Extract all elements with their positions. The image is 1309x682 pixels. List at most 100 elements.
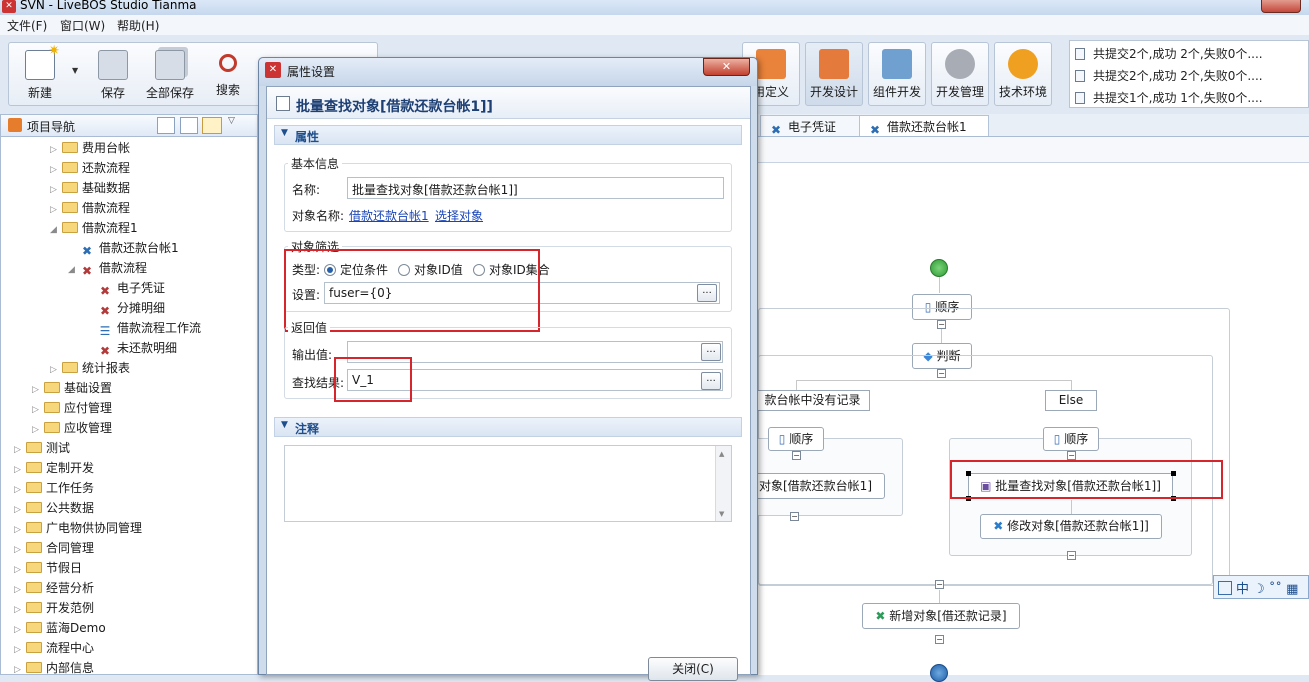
dialog-close-icon[interactable]: ✕	[703, 58, 750, 76]
view-menu-icon[interactable]: ▽	[228, 116, 235, 126]
sequence-node[interactable]: ▯ 顺序	[1043, 427, 1099, 451]
tree-item-label: 统计报表	[82, 361, 131, 375]
menu-help[interactable]: 帮助(H)	[117, 17, 159, 34]
tree-item[interactable]: ▷ 流程中心	[14, 639, 94, 659]
expand-arrow-icon[interactable]: ▷	[14, 445, 24, 455]
tab-loan-ledger[interactable]: ✖ 借款还款台帐1	[859, 115, 989, 137]
expand-arrow-icon[interactable]: ▷	[50, 145, 60, 155]
component-dev-button[interactable]: 组件开发	[868, 42, 926, 106]
menu-file[interactable]: 文件(F)	[7, 17, 47, 34]
tree-item[interactable]: ✖ 未还款明细	[86, 339, 177, 359]
object-name-link[interactable]: 借款还款台帐1	[349, 207, 429, 224]
collapse-toggle[interactable]: −	[1067, 451, 1076, 460]
expand-arrow-icon[interactable]: ▷	[32, 425, 42, 435]
tree-item[interactable]: ▷ 测试	[14, 439, 70, 459]
new-dropdown-icon[interactable]: ▼	[72, 66, 78, 75]
link-editor-icon[interactable]	[180, 117, 198, 134]
start-node-icon[interactable]	[930, 259, 948, 277]
save-button[interactable]: 保存	[89, 50, 137, 102]
left-object-node[interactable]: 对象[借款还款台帐1]	[755, 473, 885, 499]
tree-item[interactable]: ▷ 广电物供协同管理	[14, 519, 142, 539]
expand-arrow-icon[interactable]: ▷	[14, 485, 24, 495]
tree-item[interactable]: ▷ 费用台帐	[50, 139, 130, 159]
dev-manage-button[interactable]: 开发管理	[931, 42, 989, 106]
scroll-down-icon[interactable]: ▼	[719, 510, 724, 518]
output-browse-button[interactable]: ...	[701, 343, 721, 361]
setting-browse-button[interactable]: ...	[697, 284, 717, 302]
expand-arrow-icon[interactable]: ◢	[50, 225, 60, 235]
tree-item[interactable]: ▷ 工作任务	[14, 479, 94, 499]
section-notes[interactable]: ▼ 注释	[274, 417, 742, 437]
branch-condition-label[interactable]: 款台帐中没有记录	[755, 390, 870, 411]
expand-arrow-icon[interactable]: ▷	[14, 505, 24, 515]
filter-icon[interactable]	[202, 117, 222, 134]
expand-arrow-icon[interactable]: ▷	[14, 665, 24, 675]
expand-arrow-icon[interactable]: ▷	[32, 385, 42, 395]
tree-item[interactable]: ▷ 应付管理	[32, 399, 112, 419]
expand-arrow-icon[interactable]: ▷	[50, 185, 60, 195]
section-properties[interactable]: ▼ 属性	[274, 125, 742, 145]
modify-object-node[interactable]: ✖ 修改对象[借款还款台帐1]]	[980, 514, 1162, 539]
scroll-up-icon[interactable]: ▲	[719, 450, 724, 458]
expand-arrow-icon[interactable]: ▷	[50, 365, 60, 375]
expand-arrow-icon[interactable]: ▷	[50, 205, 60, 215]
expand-arrow-icon[interactable]: ▷	[14, 545, 24, 555]
expand-arrow-icon[interactable]: ▷	[14, 565, 24, 575]
select-object-link[interactable]: 选择对象	[435, 207, 483, 224]
expand-arrow-icon[interactable]: ▷	[50, 165, 60, 175]
sequence-node[interactable]: ▯ 顺序	[768, 427, 824, 451]
new-button[interactable]: ✷ 新建	[16, 43, 64, 102]
tree-item[interactable]: ▷ 蓝海Demo	[14, 619, 106, 639]
expand-arrow-icon[interactable]: ▷	[14, 625, 24, 635]
tree-item[interactable]: ▷ 合同管理	[14, 539, 94, 559]
menu-window[interactable]: 窗口(W)	[60, 17, 105, 34]
tree-item[interactable]: ▷ 借款流程	[50, 199, 130, 219]
expand-arrow-icon[interactable]: ▷	[14, 525, 24, 535]
collapse-toggle[interactable]: −	[1067, 551, 1076, 560]
save-all-button[interactable]: 全部保存	[146, 50, 194, 102]
collapse-toggle[interactable]: −	[790, 512, 799, 521]
tree-item[interactable]: ▷ 开发范例	[14, 599, 94, 619]
tree-item[interactable]: ▷ 应收管理	[32, 419, 112, 439]
output-label: 输出值:	[292, 348, 333, 362]
tree-item[interactable]: ✖ 分摊明细	[86, 299, 165, 319]
collapse-toggle[interactable]: −	[792, 451, 801, 460]
tree-item[interactable]: ▷ 节假日	[14, 559, 82, 579]
collapse-all-icon[interactable]	[157, 117, 175, 134]
tree-item[interactable]: ▷ 还款流程	[50, 159, 130, 179]
tree-item[interactable]: ◢ 借款流程1	[50, 219, 138, 239]
tree-item[interactable]: ✖ 借款还款台帐1	[68, 239, 179, 259]
tree-item[interactable]: ▷ 经营分析	[14, 579, 94, 599]
tree-item[interactable]: ☰ 借款流程工作流	[86, 319, 201, 339]
add-object-node[interactable]: ✖ 新增对象[借还款记录]	[862, 603, 1020, 629]
window-close-button[interactable]	[1261, 0, 1301, 13]
expand-arrow-icon[interactable]: ▷	[14, 605, 24, 615]
expand-arrow-icon[interactable]: ▷	[14, 585, 24, 595]
tree-item[interactable]: ▷ 统计报表	[50, 359, 130, 379]
tab-electronic-voucher[interactable]: ✖ 电子凭证	[760, 115, 860, 137]
tree-item[interactable]: ▷ 内部信息	[14, 659, 94, 675]
expand-arrow-icon[interactable]: ▷	[14, 465, 24, 475]
tree-item[interactable]: ✖ 电子凭证	[86, 279, 165, 299]
flow-icon: ✖	[99, 304, 111, 318]
name-input[interactable]: 批量查找对象[借款还款台帐1]]	[347, 177, 724, 199]
notes-textarea[interactable]	[284, 445, 732, 522]
tech-env-button[interactable]: 技术环境	[994, 42, 1052, 106]
ime-toolbar[interactable]: 中 ☽ ˚˚ ▦	[1213, 575, 1309, 599]
result-browse-button[interactable]: ...	[701, 372, 721, 390]
close-button[interactable]: 关闭(C)	[648, 657, 738, 681]
end-node-icon[interactable]	[930, 664, 948, 682]
tree-item[interactable]: ▷ 基础设置	[32, 379, 112, 399]
tree-item[interactable]: ▷ 定制开发	[14, 459, 94, 479]
expand-arrow-icon[interactable]: ▷	[32, 405, 42, 415]
search-button[interactable]: 搜索	[204, 50, 252, 102]
dev-design-button[interactable]: 开发设计	[805, 42, 863, 106]
branch-else-label[interactable]: Else	[1045, 390, 1097, 411]
tree-item[interactable]: ▷ 公共数据	[14, 499, 94, 519]
tree-item[interactable]: ◢ ✖ 借款流程	[68, 259, 148, 279]
collapse-toggle[interactable]: −	[935, 635, 944, 644]
expand-arrow-icon[interactable]: ▷	[14, 645, 24, 655]
tree-item[interactable]: ▷ 基础数据	[50, 179, 130, 199]
collapse-toggle[interactable]: −	[935, 580, 944, 589]
expand-arrow-icon[interactable]: ◢	[68, 265, 78, 275]
